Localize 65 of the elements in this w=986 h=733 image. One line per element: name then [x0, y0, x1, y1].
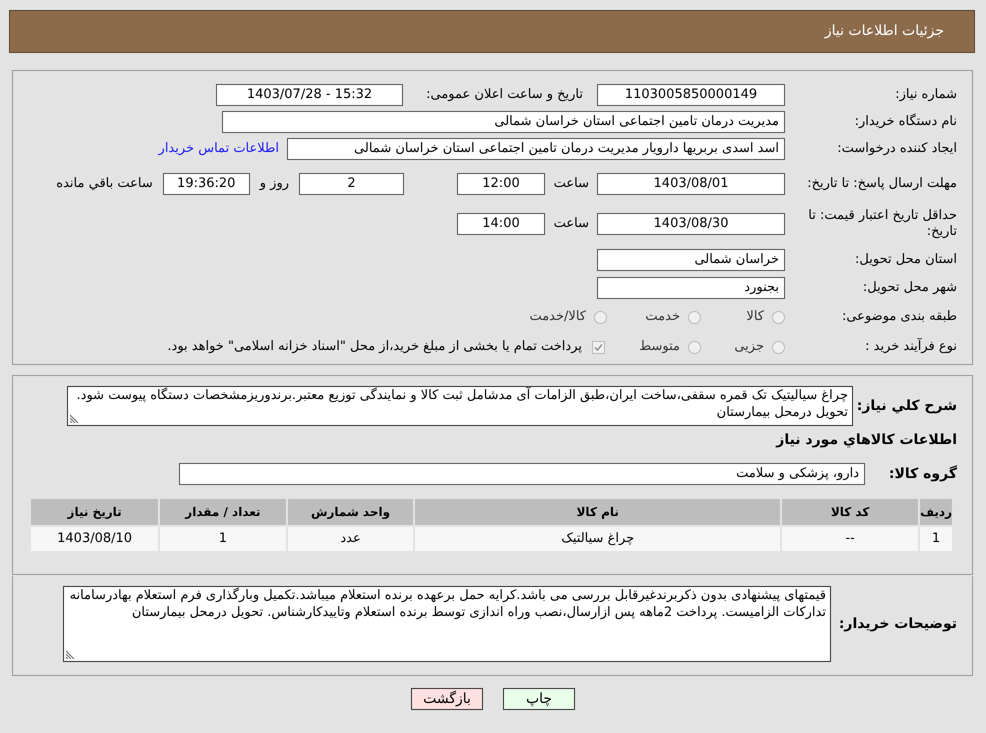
field-label: شهر محل تحویل:: [862, 280, 957, 296]
input-field[interactable]: خراسان شمالی: [597, 249, 785, 271]
field-label: مهلت ارسال پاسخ: تا تاریخ:: [806, 176, 957, 192]
field-label: ساعت باقي مانده: [56, 175, 154, 194]
input-field[interactable]: 1403/08/30: [597, 213, 785, 235]
radio-button[interactable]: [772, 310, 785, 324]
page-title: جزئیات اطلاعات نیاز: [824, 22, 944, 41]
option-label: جزیی: [734, 338, 764, 356]
field-label: تاریخ و ساعت اعلان عمومی:: [425, 86, 584, 104]
input-field[interactable]: 1403/07/28 - 15:32: [216, 84, 403, 106]
resize-grip-icon[interactable]: [66, 650, 75, 659]
field-label: نام دستگاه خریدار:: [854, 114, 957, 130]
input-field[interactable]: 19:36:20: [162, 173, 250, 195]
input-field[interactable]: 12:00: [457, 173, 545, 195]
column-header: رديف: [919, 498, 953, 526]
text-area-content: قیمتهای پیشنهادی بدون ذکربرندغیرقابل بررسی می باشد.کرایه حمل برعهده برنده استعلام میباشد.تکمیل وبارگذاری فرم استعلام بهادرسامانه تدارکات الزامیست. پرداخت 2ماهه پس ازارسال،نصب وراه اندازی توسط برنده استعلام وتاییدکارشناس. تحویل درمحل بیمارستان: [70, 588, 826, 620]
table-cell: 1: [159, 526, 287, 552]
input-field[interactable]: مدیریت درمان تامین اجتماعی استان خراسان شمالی: [222, 110, 785, 132]
input-field[interactable]: 14:00: [457, 213, 545, 235]
input-field[interactable]: 2: [299, 173, 404, 195]
field-label: شرح کلي نياز:: [859, 397, 957, 416]
input-field[interactable]: 1403/08/01: [597, 173, 785, 195]
field-label: ایجاد کننده درخواست:: [836, 140, 957, 156]
field-label: ساعت: [552, 215, 590, 234]
section-heading: اطلاعات کالاهاي مورد نياز: [774, 431, 957, 450]
field-label: حداقل تاریخ اعتبار قیمت: تا تاریخ:: [807, 208, 957, 240]
payment-note: پرداخت تمام یا بخشی از مبلغ خرید،از محل "اسناد خزانه اسلامی" خواهد بود.: [167, 338, 583, 356]
field-label: طبقه بندی موضوعی:: [840, 309, 957, 325]
option-label: کالا/خدمت: [529, 308, 586, 326]
column-header: تاریخ نیاز: [30, 498, 160, 526]
field-label: روز و: [258, 175, 290, 194]
checkbox[interactable]: [592, 340, 605, 354]
radio-button[interactable]: [772, 340, 785, 354]
field-label: نوع فرآیند خرید :: [864, 339, 957, 355]
print-button[interactable]: چاپ: [503, 688, 575, 710]
back-button[interactable]: بازگشت: [411, 688, 483, 710]
radio-button[interactable]: [594, 310, 607, 324]
field-label: شماره نیاز:: [894, 86, 957, 102]
input-field[interactable]: بجنورد: [597, 277, 785, 299]
radio-button[interactable]: [688, 340, 701, 354]
column-header: نام کالا: [414, 498, 782, 526]
field-label: استان محل تحویل:: [854, 252, 957, 268]
column-header: واحد شمارش: [286, 498, 414, 526]
column-header: تعداد / مقدار: [159, 498, 287, 526]
table-cell: 1: [919, 526, 953, 552]
input-field[interactable]: 1103005850000149: [597, 84, 785, 106]
table-cell: عدد: [286, 526, 414, 552]
input-field[interactable]: اسد اسدی بربریها دارویار مدیریت درمان تامین اجتماعی استان خراسان شمالی: [287, 138, 785, 160]
table-cell: --: [781, 526, 920, 552]
option-label: متوسط: [639, 338, 680, 356]
table-cell: 1403/08/10: [30, 526, 160, 552]
option-label: کالا: [746, 308, 764, 326]
option-label: خدمت: [645, 308, 680, 326]
contact-link[interactable]: اطلاعات تماس خریدار: [158, 138, 283, 158]
resize-grip-icon[interactable]: [70, 414, 79, 423]
text-area[interactable]: چراغ سیالیتیک تک قمره سقفی،ساخت ایران،طبق الزامات آی مدشامل ثبت کالا و نمایندگی توزیع معتبر.برندوریزمشخصات دستگاه پیوست شود. تحویل درمحل بیمارستان: [67, 386, 853, 426]
table-cell: چراغ سیالتیک: [414, 526, 782, 552]
field-label: گروه کالا:: [888, 464, 957, 484]
field-label: ساعت: [552, 175, 590, 194]
text-area-content: چراغ سیالیتیک تک قمره سقفی،ساخت ایران،طبق الزامات آی مدشامل ثبت کالا و نمایندگی توزیع معتبر.برندوریزمشخصات دستگاه پیوست شود. تحویل درمحل بیمارستان: [76, 388, 848, 420]
column-header: کد کالا: [781, 498, 920, 526]
text-area[interactable]: [63, 586, 831, 662]
input-field[interactable]: دارو، پزشکی و سلامت: [179, 463, 865, 485]
field-label: توضیحات خریدار:: [838, 615, 957, 634]
radio-button[interactable]: [688, 310, 701, 324]
